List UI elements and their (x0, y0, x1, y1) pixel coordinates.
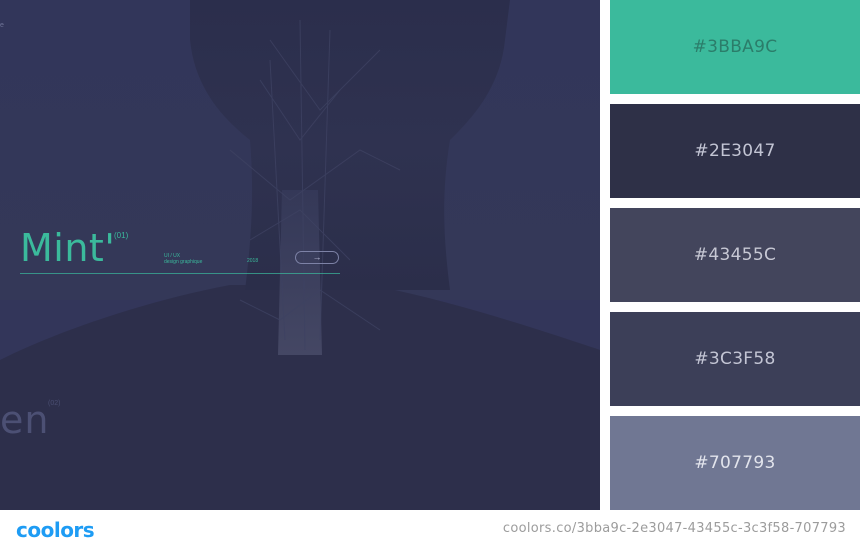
corner-text: e (0, 22, 4, 29)
footer: coolors coolors.co/3bba9c-2e3047-43455c-… (0, 510, 860, 550)
card-year: 2018 (247, 258, 259, 264)
ghost-number: (02) (48, 400, 61, 407)
ghost-heading: en (0, 398, 50, 442)
coolors-logo[interactable]: coolors (16, 518, 95, 542)
palette-swatch-2[interactable]: #2E3047 (610, 104, 860, 198)
swatch-hex-label: #3BBA9C (692, 37, 778, 57)
palette-swatch-5[interactable]: #707793 (610, 416, 860, 510)
card-number: (01) (114, 231, 129, 240)
palette-swatch-4[interactable]: #3C3F58 (610, 312, 860, 406)
card-meta: UI / UX design graphique (164, 253, 202, 265)
palette-swatch-3[interactable]: #43455C (610, 208, 860, 302)
palette-swatch-1[interactable]: #3BBA9C (610, 0, 860, 94)
swatch-hex-label: #707793 (694, 453, 776, 473)
card-underline (20, 273, 340, 274)
swatch-hex-label: #3C3F58 (694, 349, 776, 369)
card-title: Mint' (20, 226, 116, 270)
card-meta-line2: design graphique (164, 259, 203, 265)
inspiration-photo: e en (02) Mint' (01) UI / UX design grap… (0, 0, 600, 510)
arrow-right-icon: → (295, 251, 339, 264)
swatch-hex-label: #2E3047 (694, 141, 776, 161)
palette-url[interactable]: coolors.co/3bba9c-2e3047-43455c-3c3f58-7… (503, 521, 846, 536)
swatch-hex-label: #43455C (693, 245, 777, 265)
